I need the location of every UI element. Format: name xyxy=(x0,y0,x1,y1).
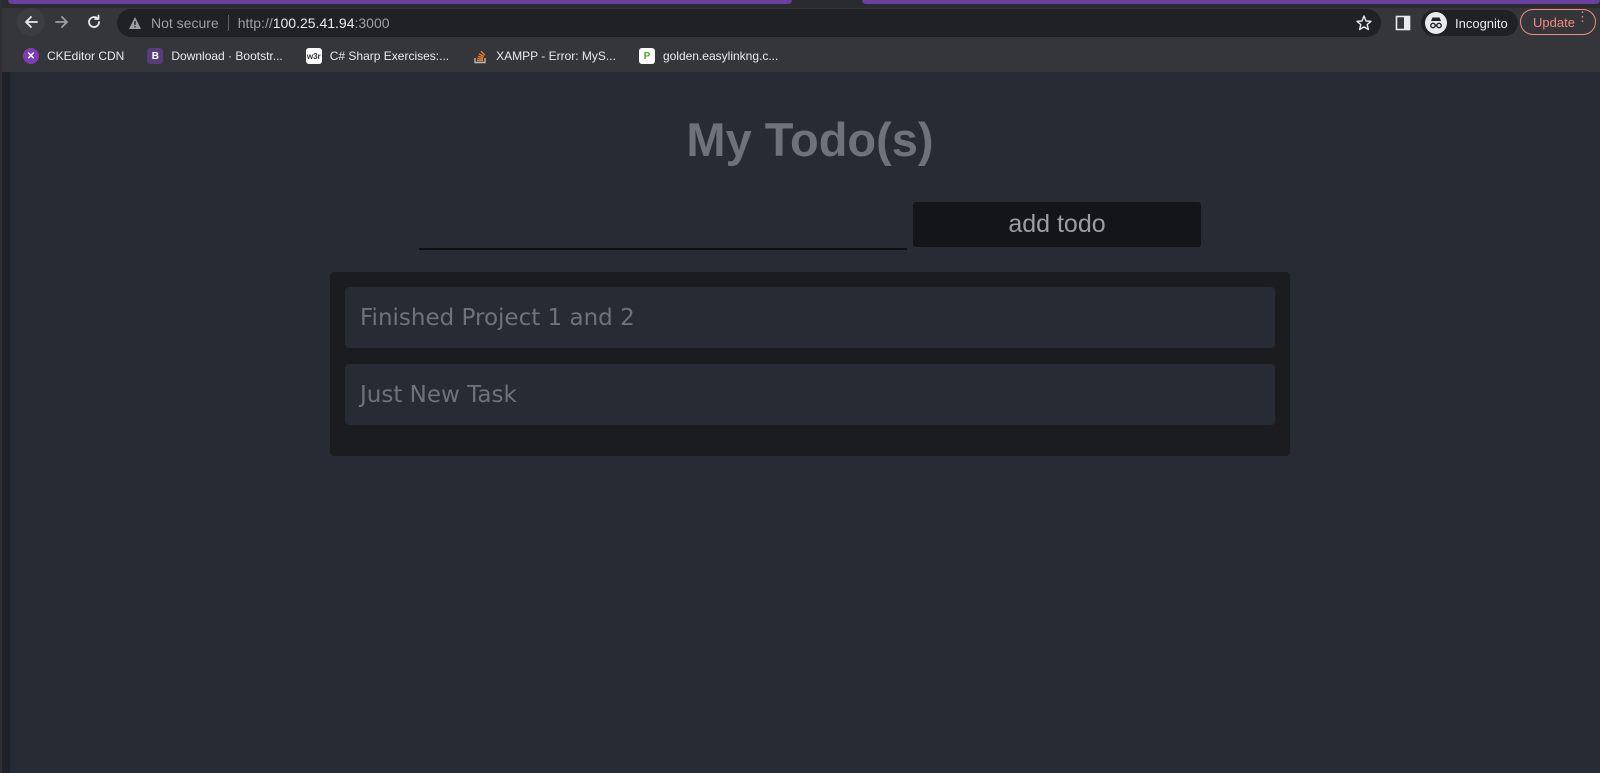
tab-indicator[interactable] xyxy=(862,0,1600,4)
page-title: My Todo(s) xyxy=(686,113,934,166)
bookmark-label: XAMPP - Error: MyS... xyxy=(496,49,616,63)
forward-button[interactable] xyxy=(48,8,76,36)
incognito-label: Incognito xyxy=(1455,15,1508,31)
warning-icon[interactable] xyxy=(127,15,143,31)
omnibox-divider xyxy=(227,15,229,31)
todo-input[interactable] xyxy=(419,210,907,250)
stackoverflow-icon xyxy=(472,48,488,64)
todo-item[interactable]: Finished Project 1 and 2 xyxy=(345,287,1275,348)
bookmark-csharp[interactable]: w3r C# Sharp Exercises:... xyxy=(305,48,450,64)
bookmark-xampp[interactable]: XAMPP - Error: MyS... xyxy=(472,48,616,64)
url-host: 100.25.41.94 xyxy=(272,15,355,31)
arrow-right-icon xyxy=(55,16,68,28)
tab-active-indicator[interactable] xyxy=(8,0,792,4)
security-status-label[interactable]: Not secure xyxy=(151,15,219,31)
bookmark-star-icon[interactable] xyxy=(1355,14,1373,32)
todo-item[interactable]: Just New Task xyxy=(345,364,1275,425)
golden-icon: P xyxy=(638,48,655,64)
url-scheme: http:// xyxy=(237,15,273,31)
reload-icon xyxy=(88,14,100,28)
bookmark-bootstrap[interactable]: B Download · Bootstr... xyxy=(147,48,283,64)
browser-toolbar: Not secure http://100.25.41.94:3000 Inc… xyxy=(0,6,1600,40)
bookmark-label: Download · Bootstr... xyxy=(171,49,283,63)
todo-list: Finished Project 1 and 2 Just New Task xyxy=(330,272,1290,456)
back-button[interactable] xyxy=(17,8,45,36)
bookmark-ckeditor[interactable]: ✕ CKEditor CDN xyxy=(23,48,124,64)
update-button[interactable]: Update ⋮ xyxy=(1520,9,1596,35)
update-label: Update xyxy=(1533,14,1575,30)
arrow-left-icon xyxy=(25,16,38,28)
side-panel-icon[interactable] xyxy=(1395,15,1411,31)
bookmark-golden[interactable]: P golden.easylinkng.c... xyxy=(638,48,779,64)
browser-chrome: Not secure http://100.25.41.94:3000 Inc… xyxy=(0,0,1600,72)
bootstrap-icon: B xyxy=(147,48,164,64)
w3r-icon: w3r xyxy=(305,48,322,64)
incognito-icon xyxy=(1425,12,1447,34)
add-todo-button[interactable]: add todo xyxy=(913,202,1201,247)
bookmarks-bar: ✕ CKEditor CDN B Download · Bootstr... w… xyxy=(0,44,1600,68)
ckeditor-icon: ✕ xyxy=(23,48,39,64)
menu-dots-icon[interactable]: ⋮ xyxy=(1576,10,1589,23)
bookmark-label: C# Sharp Exercises:... xyxy=(329,49,450,63)
address-bar[interactable]: Not secure http://100.25.41.94:3000 xyxy=(117,9,1381,37)
bookmark-label: golden.easylinkng.c... xyxy=(662,49,779,63)
bookmark-label: CKEditor CDN xyxy=(47,49,125,63)
incognito-profile-button[interactable]: Incognito xyxy=(1421,10,1518,36)
url-port: :3000 xyxy=(354,15,390,31)
reload-button[interactable] xyxy=(80,8,108,36)
